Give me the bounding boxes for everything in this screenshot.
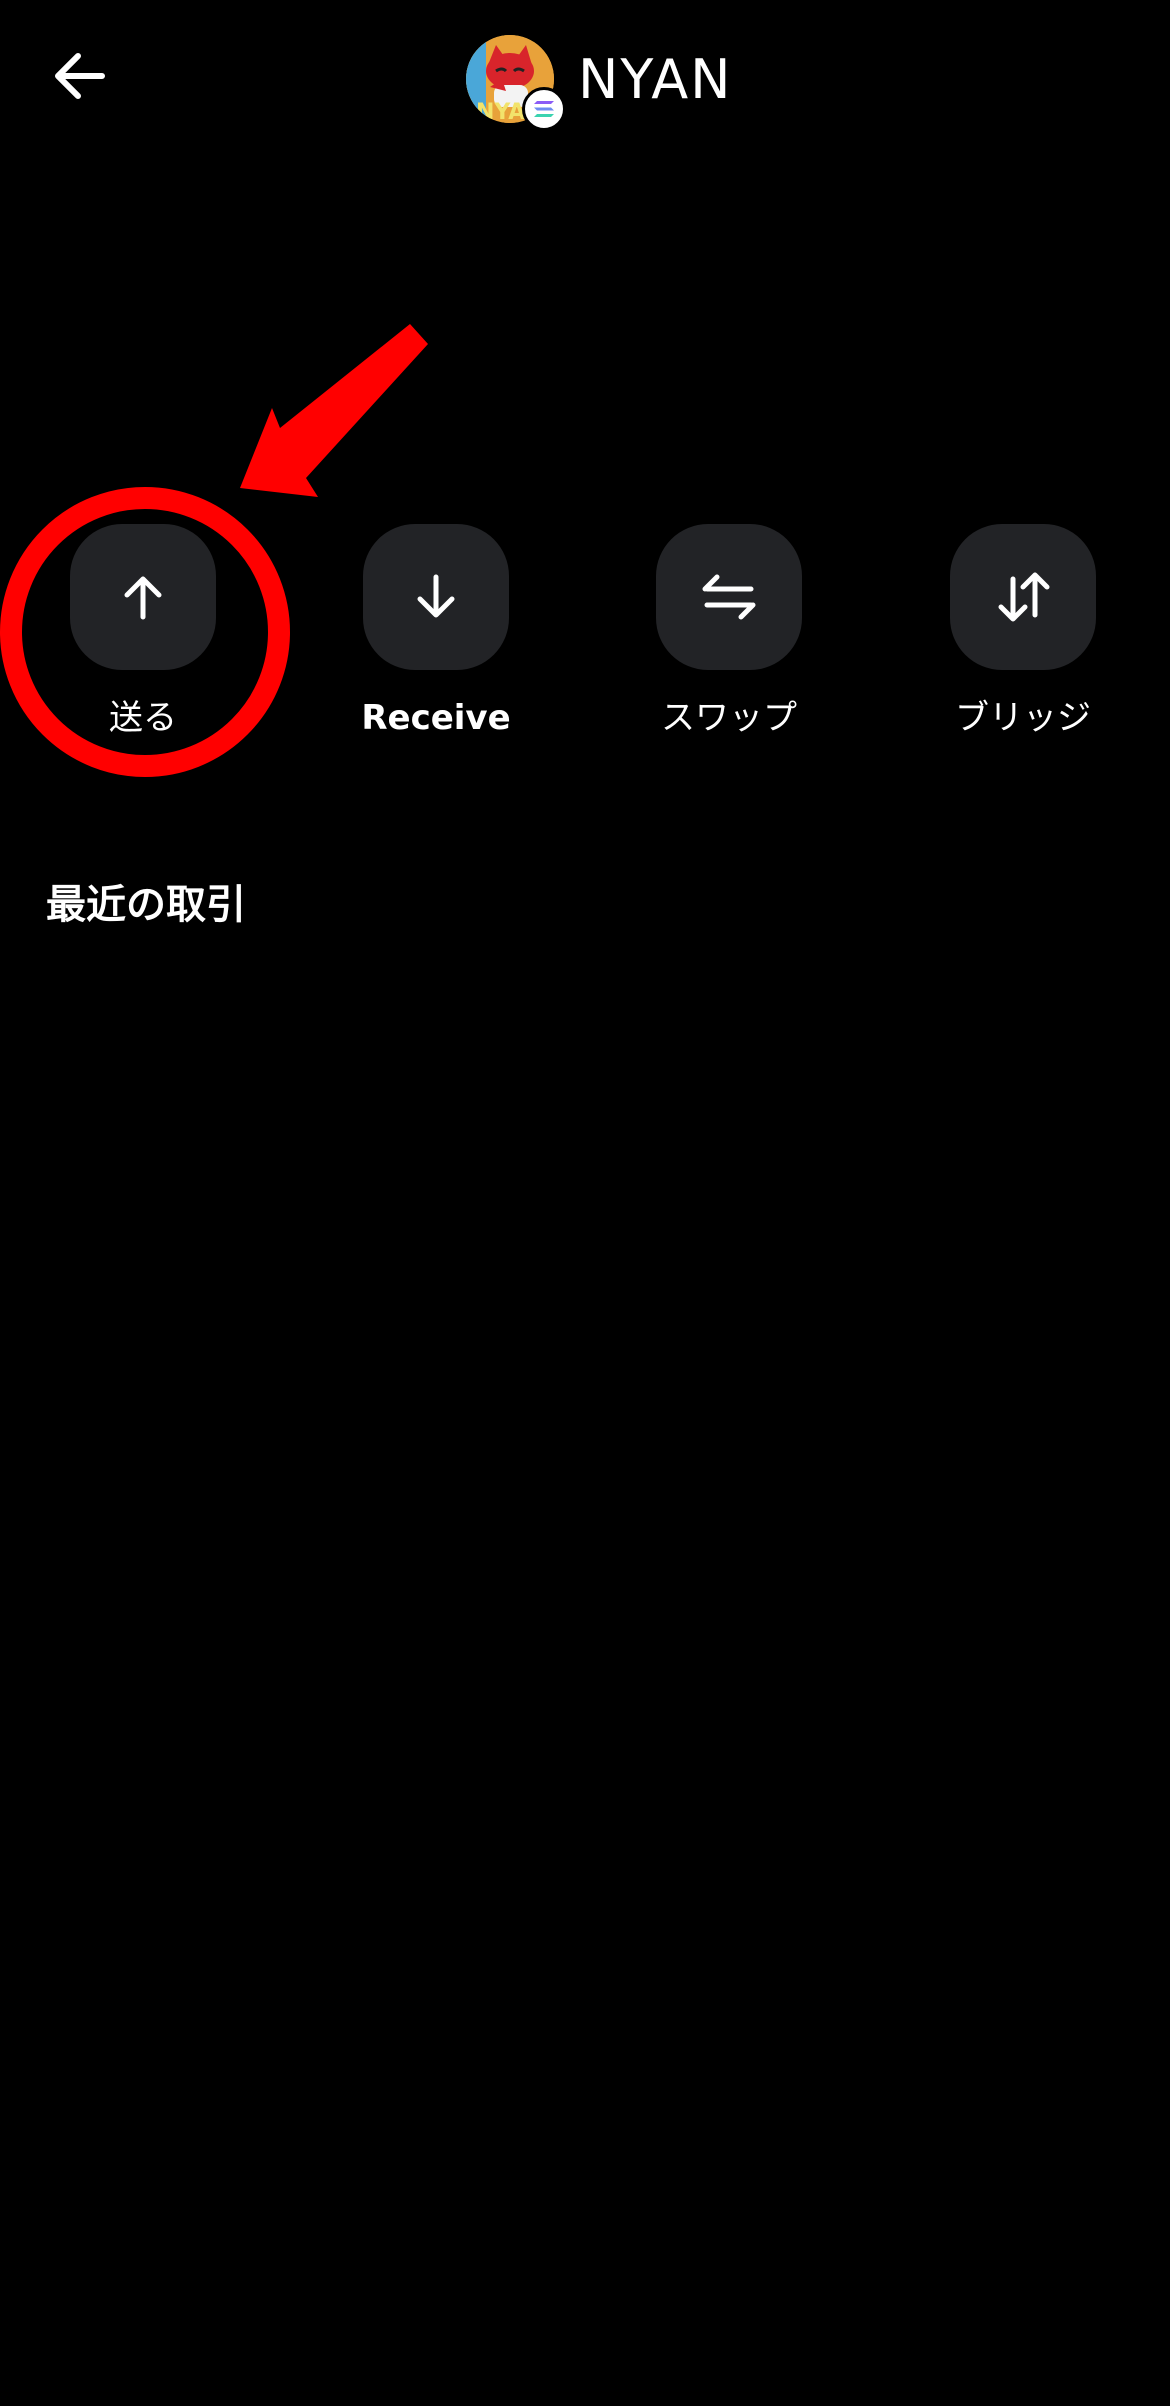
swap-vertical-icon [998,572,1050,622]
header: NYA NYAN [0,0,1170,160]
recent-transactions-title: 最近の取引 [46,882,246,928]
pointer-arrow-icon [240,324,428,497]
bridge-label: ブリッジ [955,698,1091,738]
send-button[interactable] [70,524,216,670]
back-button[interactable] [40,36,120,116]
arrow-up-icon [124,576,162,620]
bridge-action[interactable]: ブリッジ [913,524,1133,740]
send-action[interactable]: 送る [33,524,253,740]
token-name: NYAN [578,47,733,111]
receive-label: Receive [361,698,511,738]
avatar-text: NYA [476,100,525,123]
solana-badge [522,87,566,131]
token-avatar: NYA [466,35,566,131]
swap-button[interactable] [656,524,802,670]
action-row: 送る Receive スワップ ブリッジ [0,524,1170,764]
swap-action[interactable]: スワップ [619,524,839,740]
receive-action[interactable]: Receive [326,524,546,740]
arrow-left-icon [55,53,105,99]
bridge-button[interactable] [950,524,1096,670]
arrow-down-icon [417,574,455,618]
token-title: NYA NYAN [466,34,733,131]
send-label: 送る [109,698,177,738]
receive-button[interactable] [363,524,509,670]
solana-icon [534,101,554,117]
swap-horizontal-icon [702,574,756,620]
swap-label: スワップ [661,698,797,738]
